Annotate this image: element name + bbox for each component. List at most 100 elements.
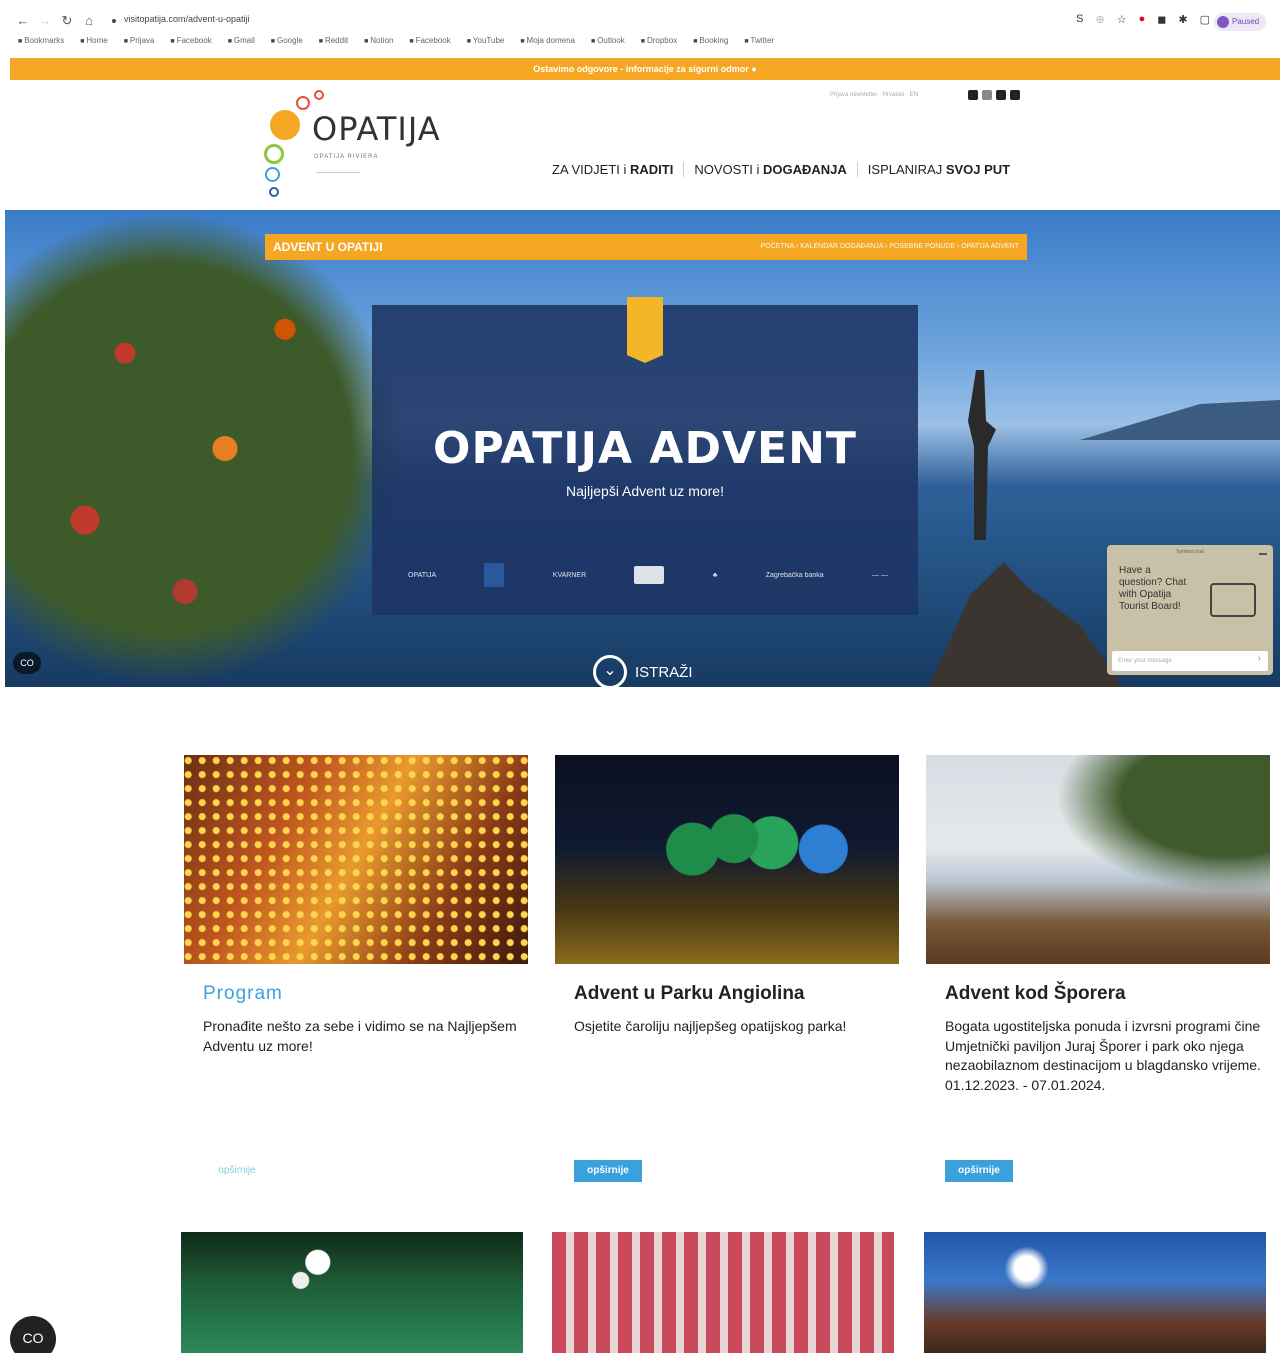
bookmark-item[interactable]: Dropbox: [641, 36, 677, 45]
chat-header: Symbol chat: [1176, 549, 1204, 555]
site-logo[interactable]: OPATIJA OPATIJA RIVIERA: [262, 88, 442, 208]
nav-label: ZA VIDJETI i: [552, 162, 631, 177]
bookmarks-bar: Bookmarks Home Prijava Facebook Gmail Google R…: [18, 36, 1268, 45]
banner-subtitle: Najljepši Advent uz more!: [566, 483, 724, 499]
sponsor-logo: — —: [872, 571, 888, 579]
extension-icon[interactable]: ◼: [1157, 13, 1166, 26]
social-links: [968, 90, 1020, 100]
nav-label-bold: RADITI: [630, 162, 674, 177]
logo-circle: [264, 144, 284, 164]
cookie-settings-button[interactable]: CO: [10, 1316, 56, 1353]
logo-divider: [316, 172, 360, 173]
card-image[interactable]: [555, 755, 899, 964]
logo-wordmark: OPATIJA: [312, 110, 441, 148]
bookmark-item[interactable]: Reddit: [319, 36, 348, 45]
back-icon[interactable]: ←: [14, 12, 32, 30]
lock-icon: [112, 19, 116, 23]
extension-icon[interactable]: S: [1076, 13, 1083, 26]
bookmark-item[interactable]: Gmail: [228, 36, 255, 45]
star-icon[interactable]: ☆: [1117, 13, 1127, 26]
card-title[interactable]: Advent u Parku Angiolina: [574, 983, 805, 1005]
card-image[interactable]: [926, 755, 1270, 964]
extension-icons: S ⊕ ☆ ● ◼ ✱ ▢: [1076, 13, 1210, 26]
instagram-icon[interactable]: [982, 90, 992, 100]
address-bar[interactable]: visitopatija.com/advent-u-opatiji: [124, 14, 250, 24]
chat-widget[interactable]: Symbol chat Have a question? Chat with O…: [1107, 545, 1273, 675]
card-description: Osjetite čaroliju najljepšeg opatijskog …: [574, 1018, 847, 1034]
more-button[interactable]: opširnije: [574, 1160, 642, 1182]
sponsor-logo: [634, 566, 665, 584]
reload-icon[interactable]: ↻: [58, 12, 76, 30]
chat-bubble-icon: [1210, 583, 1256, 617]
more-button[interactable]: opširnije: [203, 1160, 271, 1182]
advent-banner: OPATIJA ADVENT Najljepši Advent uz more!…: [372, 297, 918, 615]
bookmark-item[interactable]: Twitter: [744, 36, 775, 45]
sponsor-logo: Zagrebačka banka: [765, 571, 824, 579]
bookmark-item[interactable]: Prijava: [124, 36, 154, 45]
notice-bar[interactable]: Ostavimo odgovore - informacije za sigur…: [10, 58, 1280, 80]
top-links[interactable]: Prijava newsletter · Hrvatski · EN: [830, 92, 918, 98]
breadcrumb: ADVENT U OPATIJI POČETNA › KALENDAR DOGA…: [265, 234, 1027, 260]
home-icon[interactable]: ⌂: [80, 12, 98, 30]
sponsor-logo: ♣: [712, 571, 718, 579]
notice-text: Ostavimo odgovore - informacije za sigur…: [533, 64, 749, 74]
explore-button[interactable]: ⌄ ISTRAŽI: [593, 655, 693, 687]
cookie-consent-icon[interactable]: CO: [13, 652, 41, 674]
chevron-down-icon: ⌄: [593, 655, 627, 687]
profile-button[interactable]: Paused: [1214, 13, 1266, 31]
bookmark-item[interactable]: Notion: [364, 36, 393, 45]
bookmark-item[interactable]: YouTube: [467, 36, 504, 45]
extension-icon[interactable]: ⊕: [1095, 13, 1104, 26]
bookmark-item[interactable]: Home: [80, 36, 107, 45]
facebook-icon[interactable]: [968, 90, 978, 100]
sponsor-logo: KVARNER: [552, 571, 587, 579]
logo-circle: [269, 187, 279, 197]
hero-mountain: [1080, 400, 1280, 440]
sidebar-icon[interactable]: ▢: [1200, 13, 1210, 26]
chat-input[interactable]: Enter your message: [1112, 651, 1268, 671]
twitter-icon[interactable]: [1010, 90, 1020, 100]
bookmark-item[interactable]: Facebook: [170, 36, 212, 45]
bookmark-item[interactable]: Facebook: [409, 36, 451, 45]
card-image[interactable]: [552, 1232, 894, 1353]
puzzle-icon[interactable]: ✱: [1178, 13, 1187, 26]
card-image[interactable]: [181, 1232, 523, 1353]
nav-item-news-events[interactable]: NOVOSTI i DOGAĐANJA: [694, 162, 858, 177]
banner-ribbon: [627, 297, 663, 363]
main-navigation: ZA VIDJETI i RADITI NOVOSTI i DOGAĐANJA …: [552, 162, 1030, 177]
more-button[interactable]: opširnije: [945, 1160, 1013, 1182]
logo-circle: [296, 96, 310, 110]
bookmark-item[interactable]: Google: [271, 36, 303, 45]
logo-circle: [270, 110, 300, 140]
youtube-icon[interactable]: [996, 90, 1006, 100]
bookmark-item[interactable]: Booking: [693, 36, 728, 45]
pinterest-icon[interactable]: ●: [1139, 13, 1146, 26]
nav-label-bold: DOGAĐANJA: [762, 162, 847, 177]
nav-item-plan-trip[interactable]: ISPLANIRAJ SVOJ PUT: [868, 162, 1020, 177]
bookmark-item[interactable]: Moja domena: [520, 36, 575, 45]
nav-label: NOVOSTI i: [694, 162, 763, 177]
nav-label-bold: SVOJ PUT: [945, 162, 1011, 177]
page-title: ADVENT U OPATIJI: [273, 240, 383, 254]
bookmark-item[interactable]: Bookmarks: [18, 36, 64, 45]
logo-subtitle: OPATIJA RIVIERA: [314, 154, 379, 160]
breadcrumb-links[interactable]: POČETNA › KALENDAR DOGAĐANJA › POSEBNE P…: [761, 243, 1019, 250]
send-icon[interactable]: ›: [1258, 653, 1261, 664]
card-title[interactable]: Advent kod Šporera: [945, 983, 1126, 1005]
browser-toolbar: ← → ↻ ⌂ visitopatija.com/advent-u-opatij…: [0, 10, 1280, 34]
card-image[interactable]: [924, 1232, 1266, 1353]
sponsor-logos: OPATIJA KVARNER ♣ Zagrebačka banka — —: [408, 563, 888, 587]
forward-icon[interactable]: →: [36, 12, 54, 30]
bookmark-item[interactable]: Outlook: [591, 36, 625, 45]
browser-chrome: ← → ↻ ⌂ visitopatija.com/advent-u-opatij…: [0, 0, 1280, 56]
card-image[interactable]: [184, 755, 528, 964]
logo-circle: [314, 90, 324, 100]
minimize-icon[interactable]: [1259, 553, 1267, 555]
card-title[interactable]: Program: [203, 983, 283, 1005]
card-description: Pronađite nešto za sebe i vidimo se na N…: [203, 1018, 517, 1054]
nav-label: ISPLANIRAJ: [867, 162, 946, 177]
nav-item-see-do[interactable]: ZA VIDJETI i RADITI: [552, 162, 685, 177]
hero-christmas-decoration: [5, 210, 405, 687]
sponsor-logo: [484, 563, 505, 587]
info-icon: ●: [751, 64, 757, 74]
